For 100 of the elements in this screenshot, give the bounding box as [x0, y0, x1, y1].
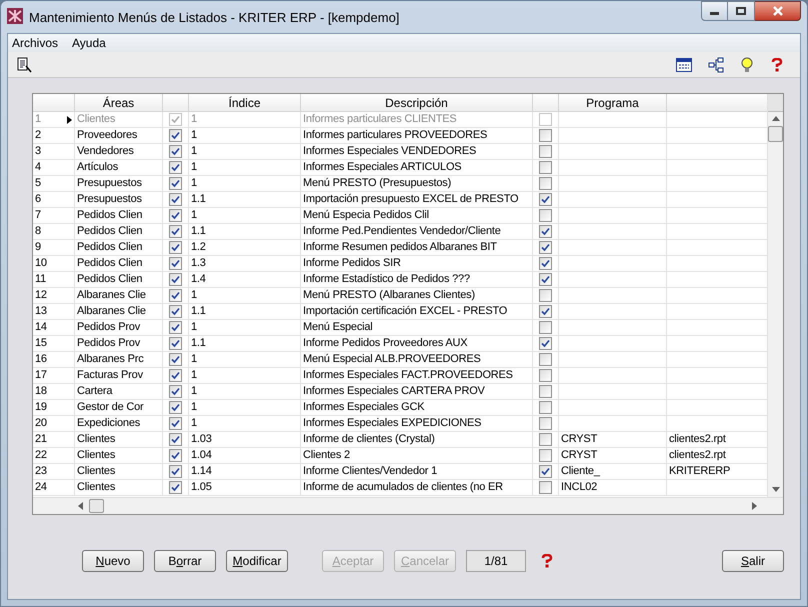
checkbox[interactable] [169, 321, 182, 334]
checkbox[interactable] [539, 369, 552, 382]
checkbox[interactable] [539, 241, 552, 254]
checkbox[interactable] [539, 353, 552, 366]
checkbox[interactable] [539, 401, 552, 414]
table-cell: Pedidos Prov [75, 336, 163, 352]
minimize-button[interactable] [701, 1, 728, 21]
scroll-right-icon[interactable] [751, 502, 759, 510]
checkbox[interactable] [169, 241, 182, 254]
table-cell: Clientes [75, 464, 163, 480]
checkbox[interactable] [169, 257, 182, 270]
row-number: 22 [35, 448, 47, 464]
checkbox[interactable] [539, 193, 552, 206]
checkbox[interactable] [169, 385, 182, 398]
table-cell: Pedidos Clien [75, 224, 163, 240]
row-number: 21 [35, 432, 47, 448]
checkbox[interactable] [169, 145, 182, 158]
horizontal-scrollbar[interactable] [33, 497, 783, 514]
menu-item[interactable]: Archivos [12, 34, 58, 52]
checkbox[interactable] [539, 225, 552, 238]
table-cell: Albaranes Clie [75, 304, 163, 320]
checkbox[interactable] [169, 465, 182, 478]
checkbox[interactable] [539, 449, 552, 462]
table-cell: Informes Especiales FACT.PROVEEDORES [301, 368, 533, 384]
table-cell: 1 [189, 112, 301, 128]
help-icon[interactable] [770, 58, 784, 72]
row-number: 19 [35, 400, 47, 416]
table-cell: Albaranes Prc [75, 352, 163, 368]
checkbox[interactable] [539, 321, 552, 334]
vertical-scrollbar[interactable] [767, 94, 783, 497]
action-button[interactable]: Borrar [154, 550, 216, 572]
report-icon[interactable] [16, 56, 32, 72]
checkbox[interactable] [169, 305, 182, 318]
row-number: 12 [35, 288, 47, 304]
table-cell: 1 [189, 416, 301, 432]
checkbox[interactable] [169, 209, 182, 222]
table-cell: 1.14 [189, 464, 301, 480]
column-header[interactable]: Áreas [75, 94, 163, 111]
checkbox[interactable] [539, 481, 552, 494]
table-cell: Albaranes Clie [75, 288, 163, 304]
checkbox[interactable] [169, 353, 182, 366]
table-cell: Importación certificación EXCEL - PRESTO [301, 304, 533, 320]
checkbox[interactable] [539, 433, 552, 446]
checkbox[interactable] [169, 273, 182, 286]
tree-icon[interactable] [708, 56, 724, 72]
checkbox[interactable] [169, 401, 182, 414]
scroll-down-icon[interactable] [772, 486, 780, 494]
checkbox[interactable] [539, 273, 552, 286]
checkbox[interactable] [169, 193, 182, 206]
checkbox[interactable] [539, 289, 552, 302]
table-cell: 1 [189, 128, 301, 144]
menu-item[interactable]: Ayuda [72, 34, 106, 52]
scroll-up-icon[interactable] [772, 115, 780, 123]
checkbox[interactable] [539, 209, 552, 222]
table-cell: 1.1 [189, 224, 301, 240]
checkbox[interactable] [169, 225, 182, 238]
close-button[interactable] [755, 1, 801, 21]
action-button[interactable]: Salir [722, 550, 784, 572]
scroll-thumb[interactable] [89, 499, 104, 513]
action-button[interactable]: Nuevo [82, 550, 144, 572]
checkbox[interactable] [169, 481, 182, 494]
checkbox[interactable] [169, 337, 182, 350]
lightbulb-icon[interactable] [740, 56, 754, 72]
checkbox[interactable] [539, 161, 552, 174]
action-button[interactable]: Modificar [226, 550, 288, 572]
column-header[interactable]: Índice [189, 94, 301, 111]
checkbox[interactable] [169, 417, 182, 430]
maximize-icon [736, 7, 746, 15]
help-icon[interactable] [540, 554, 554, 568]
checkbox[interactable] [539, 257, 552, 270]
window-grid-icon[interactable] [676, 58, 692, 72]
table-cell: 1 [189, 288, 301, 304]
table-cell: Clientes [75, 448, 163, 464]
table-cell: 1.04 [189, 448, 301, 464]
checkbox[interactable] [169, 433, 182, 446]
checkbox[interactable] [539, 385, 552, 398]
checkbox[interactable] [539, 337, 552, 350]
checkbox[interactable] [169, 369, 182, 382]
checkbox[interactable] [539, 145, 552, 158]
checkbox[interactable] [539, 129, 552, 142]
checkbox[interactable] [169, 449, 182, 462]
checkbox[interactable] [169, 161, 182, 174]
row-number: 20 [35, 416, 47, 432]
checkbox[interactable] [539, 177, 552, 190]
checkbox[interactable] [539, 305, 552, 318]
checkbox[interactable] [169, 289, 182, 302]
table-cell: Pedidos Prov [75, 320, 163, 336]
row-number: 13 [35, 304, 47, 320]
table-cell: 1 [189, 160, 301, 176]
table-cell: 1 [189, 176, 301, 192]
checkbox[interactable] [169, 129, 182, 142]
checkbox[interactable] [169, 177, 182, 190]
checkbox[interactable] [539, 465, 552, 478]
checkbox[interactable] [539, 417, 552, 430]
column-header[interactable]: Descripción [301, 94, 533, 111]
scroll-left-icon[interactable] [77, 502, 85, 510]
maximize-button[interactable] [728, 1, 755, 21]
column-header[interactable]: Programa [559, 94, 667, 111]
scroll-thumb[interactable] [768, 126, 783, 142]
table-cell: 1.3 [189, 256, 301, 272]
